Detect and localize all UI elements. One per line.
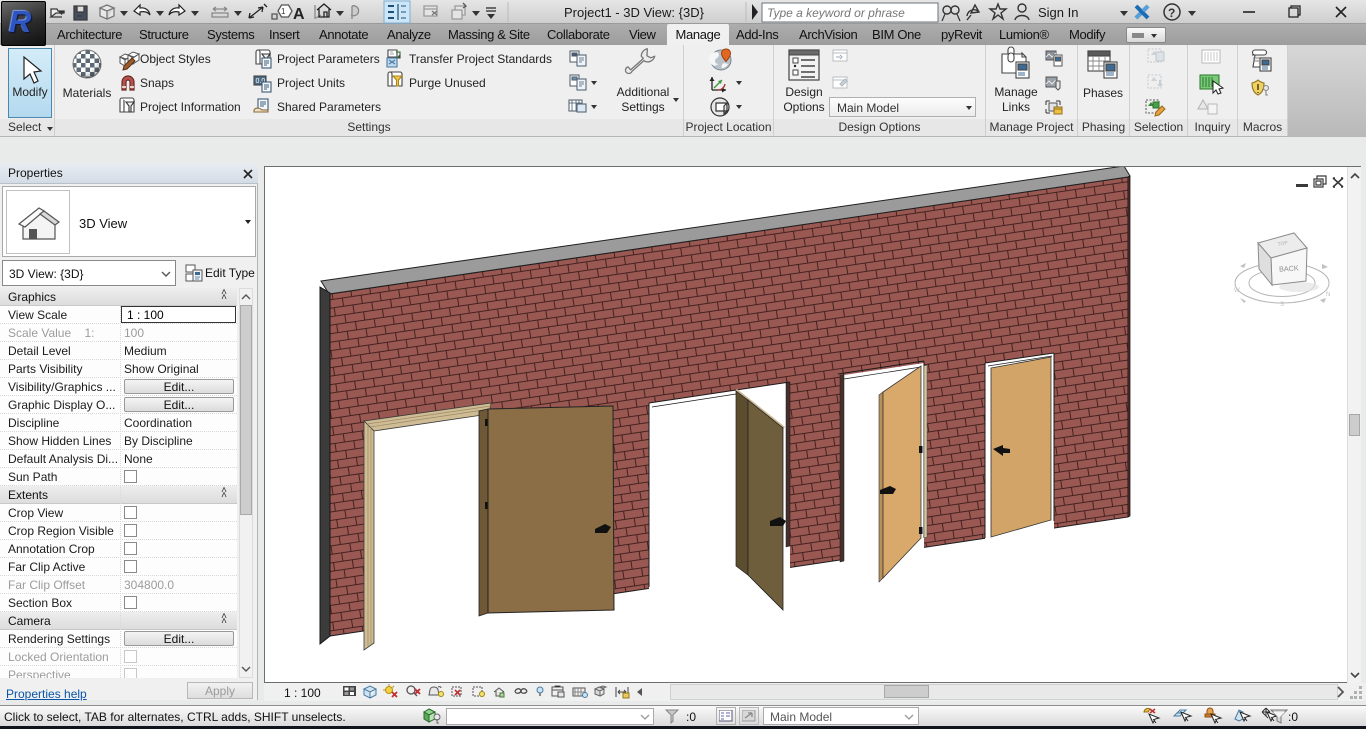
svg-text:?: ?: [1168, 6, 1175, 20]
svg-text:N: N: [1326, 292, 1330, 298]
svg-text:1: 1: [281, 7, 286, 16]
svg-text:S: S: [1280, 302, 1284, 308]
svg-text:BACK: BACK: [1279, 263, 1299, 273]
svg-text:A: A: [293, 6, 305, 23]
svg-text:W: W: [1234, 288, 1240, 294]
